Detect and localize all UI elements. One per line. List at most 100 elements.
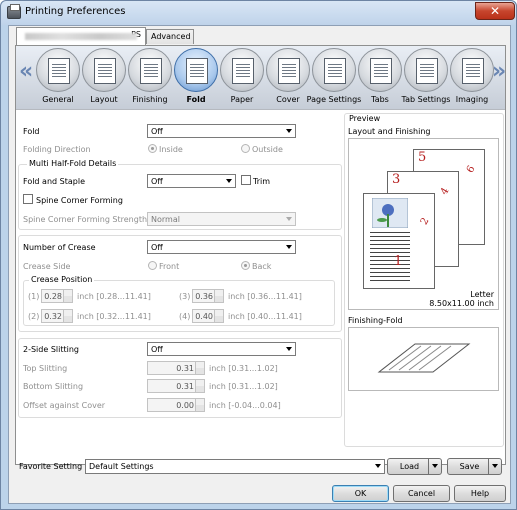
paper-name: Letter [470,290,494,299]
number-of-crease-select[interactable]: Off [147,240,296,254]
back-label: Back [252,262,272,271]
fold-select-value: Off [151,127,163,136]
trim-checkbox[interactable] [241,175,251,185]
favorite-setting-select[interactable]: Default Settings [85,459,385,474]
fold-and-staple-label: Fold and Staple [23,177,85,186]
folding-direction-label: Folding Direction [23,145,91,154]
printer-general-icon [48,58,70,84]
spine-corner-forming-label: Spine Corner Forming [36,196,123,205]
layout-preview: 5 6 3 4 1 2 Letter 8.50x11.00 inch [348,138,499,310]
crease-position-3-stepper[interactable]: 0.36 [192,289,224,303]
outside-radio[interactable] [241,144,250,153]
tab-panel: « General Layout Finishing Fold Paper Co… [15,45,506,465]
crease-position-4-stepper[interactable]: 0.40 [192,309,224,323]
layout-icon [94,58,116,84]
close-button[interactable]: ✕ [475,2,515,20]
function-layout-button[interactable] [82,48,126,92]
save-button[interactable]: Save [447,458,502,475]
help-button[interactable]: Help [454,485,506,502]
crease-position-1-stepper[interactable]: 0.28 [41,289,73,303]
function-fold-button[interactable] [174,48,218,92]
cover-icon [278,58,300,84]
redacted-printer-name [25,33,137,40]
function-cover-button[interactable] [266,48,310,92]
cancel-button[interactable]: Cancel [393,485,450,502]
offset-against-cover-stepper[interactable]: 0.00 [147,398,205,412]
front-radio[interactable] [148,261,157,270]
inside-radio[interactable] [148,144,157,153]
tab-advanced[interactable]: Advanced [146,29,194,44]
save-dropdown-chevron-icon[interactable] [488,459,501,474]
load-button-label: Load [399,462,420,471]
scroll-left-icon[interactable]: « [19,59,33,84]
ok-button[interactable]: OK [332,485,389,502]
function-tabs-button[interactable] [358,48,402,92]
sheet-number-3: 3 [392,172,401,187]
fold-select[interactable]: Off [147,124,296,138]
finishing-icon [140,58,162,84]
crease-position-2-range: inch [0.32...11.41] [77,312,151,321]
load-button[interactable]: Load [387,458,442,475]
load-dropdown-chevron-icon[interactable] [428,459,441,474]
scroll-right-icon[interactable]: » [492,59,506,84]
bottom-slitting-stepper[interactable]: 0.31 [147,379,205,393]
function-icon-bar: « General Layout Finishing Fold Paper Co… [16,46,506,110]
sheet-number-4: 4 [438,185,452,198]
offset-against-cover-range: inch [-0.04...0.04] [209,401,281,410]
finishing-fold-preview [348,327,499,391]
spine-corner-strength-value: Normal [151,215,180,224]
crease-position-2-stepper[interactable]: 0.32 [41,309,73,323]
chevron-down-icon [286,217,292,221]
printer-icon [7,4,21,19]
crease-position-4-index: (4) [179,312,191,321]
top-slitting-range: inch [0.31...1.02] [209,364,278,373]
printing-preferences-window: Printing Preferences ✕ PS Advanced « Gen… [0,0,517,510]
crease-position-label: Crease Position [29,275,95,284]
function-paper-button[interactable] [220,48,264,92]
chevron-down-icon [226,179,232,183]
sheet-number-2: 2 [418,215,432,228]
multi-half-fold-label: Multi Half-Fold Details [27,159,119,168]
offset-against-cover-label: Offset against Cover [23,401,106,410]
crease-position-1-index: (1) [28,292,40,301]
chevron-down-icon [286,245,292,249]
preview-title: Preview [349,114,381,123]
page-settings-icon [324,58,346,84]
flower-image-icon [372,198,408,228]
spine-corner-strength-label: Spine Corner Forming Strength [23,215,148,224]
spine-corner-strength-select[interactable]: Normal [147,212,296,226]
window-title: Printing Preferences [25,6,126,17]
sheet-number-5: 5 [418,150,427,165]
fold-and-staple-select[interactable]: Off [147,174,236,188]
chevron-down-icon [286,129,292,133]
function-tab-settings-button[interactable] [404,48,448,92]
tab-ps[interactable]: PS [16,27,146,45]
inside-label: Inside [159,145,183,154]
top-slitting-stepper[interactable]: 0.31 [147,361,205,375]
fold-label: Fold [23,127,40,136]
crease-position-3-index: (3) [179,292,191,301]
imaging-icon [462,58,484,84]
crease-position-2-index: (2) [28,312,40,321]
finishing-fold-label: Finishing-Fold [348,316,403,325]
function-general-button[interactable] [36,48,80,92]
function-imaging-button[interactable] [450,48,494,92]
back-radio[interactable] [241,261,250,270]
paper-icon [232,58,254,84]
tabs-icon [370,58,392,84]
two-side-slitting-select[interactable]: Off [147,342,296,356]
function-finishing-button[interactable] [128,48,172,92]
crease-position-1-range: inch [0.28...11.41] [77,292,151,301]
save-button-label: Save [459,462,480,471]
bottom-slitting-label: Bottom Slitting [23,382,84,391]
function-page-settings-button[interactable] [312,48,356,92]
top-slitting-label: Top Slitting [23,364,68,373]
outside-label: Outside [252,145,283,154]
trim-label: Trim [253,177,271,186]
number-of-crease-value: Off [151,243,163,252]
spine-corner-forming-checkbox[interactable] [23,194,33,204]
chevron-down-icon [286,347,292,351]
title-bar[interactable]: Printing Preferences ✕ [1,1,516,25]
two-side-slitting-label: 2-Side Slitting [23,345,79,354]
dialog-client: PS Advanced « General Layout Finishing F… [8,25,511,504]
